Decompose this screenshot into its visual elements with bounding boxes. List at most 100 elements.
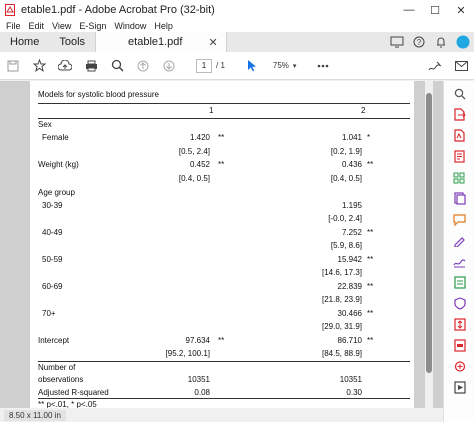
save-icon[interactable] xyxy=(0,53,26,79)
chevron-down-icon: ▾ xyxy=(292,62,297,70)
zoom-dropdown[interactable]: 75% ▾ xyxy=(269,61,297,70)
maximize-button[interactable]: ☐ xyxy=(422,0,448,20)
tab-document[interactable]: etable1.pdf ✕ xyxy=(95,32,227,52)
share-screen-icon[interactable] xyxy=(386,32,408,52)
cell-intercept-m2: 86.710 xyxy=(337,336,362,345)
more-tools-icon[interactable] xyxy=(310,53,336,79)
request-signatures-icon[interactable] xyxy=(444,251,474,272)
vertical-scroll-thumb[interactable] xyxy=(426,93,432,373)
title-bar: etable1.pdf - Adobe Acrobat Pro (32-bit)… xyxy=(0,0,474,20)
sign-pen-icon[interactable] xyxy=(422,53,448,79)
acrobat-window: etable1.pdf - Adobe Acrobat Pro (32-bit)… xyxy=(0,0,474,422)
row-label-number-of: Number of xyxy=(38,363,76,372)
cell-40-49-m2: 7.252 xyxy=(341,228,362,237)
row-label-40-49: 40-49 xyxy=(42,228,63,237)
fill-sign-icon[interactable] xyxy=(444,230,474,251)
table-bottom-rule xyxy=(38,398,410,399)
ci-weight-m1: [0.4, 0.5] xyxy=(178,174,210,183)
zoom-search-icon[interactable] xyxy=(104,53,130,79)
menu-window[interactable]: Window xyxy=(114,21,146,31)
tab-tools[interactable]: Tools xyxy=(49,32,95,52)
print-production-icon[interactable] xyxy=(444,356,474,377)
sig-female-m1: ** xyxy=(218,133,225,142)
protect-icon[interactable] xyxy=(444,293,474,314)
next-page-icon[interactable] xyxy=(156,53,182,79)
page-number-input[interactable]: 1 xyxy=(196,58,212,73)
row-label-60-69: 60-69 xyxy=(42,282,63,291)
close-tab-icon[interactable]: ✕ xyxy=(208,36,217,49)
rich-media-icon[interactable] xyxy=(444,377,474,398)
column-header-1: 1 xyxy=(209,106,214,115)
notifications-icon[interactable] xyxy=(430,32,452,52)
redact-icon[interactable] xyxy=(444,335,474,356)
minimize-button[interactable]: — xyxy=(396,0,422,20)
table-top-rule xyxy=(38,103,410,104)
document-workspace[interactable]: Models for systolic blood pressure 1 2 S… xyxy=(0,81,443,411)
sig-70plus-m2: ** xyxy=(367,309,374,318)
search-icon[interactable] xyxy=(444,83,474,104)
menu-edit[interactable]: Edit xyxy=(29,21,45,31)
toolbar: 1 / 1 75% ▾ xyxy=(0,52,474,80)
row-label-intercept: Intercept xyxy=(38,336,70,345)
ci-female-m2: [0.2, 1.9] xyxy=(330,147,362,156)
print-icon[interactable] xyxy=(78,53,104,79)
menu-bar: File Edit View E-Sign Window Help xyxy=(0,20,474,32)
table-body-rule xyxy=(38,361,410,362)
status-bar: 8.50 x 11.00 in xyxy=(0,408,443,422)
combine-files-icon[interactable] xyxy=(444,188,474,209)
bookmark-star-icon[interactable] xyxy=(26,53,52,79)
vertical-scrollbar[interactable] xyxy=(425,81,433,408)
menu-esign[interactable]: E-Sign xyxy=(79,21,106,31)
table-header-rule xyxy=(38,118,410,119)
sig-40-49-m2: ** xyxy=(367,228,374,237)
column-header-2: 2 xyxy=(361,106,366,115)
sig-weight-m2: ** xyxy=(367,160,374,169)
tab-home[interactable]: Home xyxy=(0,32,49,52)
table-caption: Models for systolic blood pressure xyxy=(38,90,159,99)
cell-nobs-m2: 10351 xyxy=(339,375,362,384)
cell-70plus-m2: 30.466 xyxy=(337,309,362,318)
compress-pdf-icon[interactable] xyxy=(444,314,474,335)
pdf-file-icon xyxy=(5,4,15,16)
ci-intercept-m2: [84.5, 88.9] xyxy=(321,349,362,358)
row-label-sex: Sex xyxy=(38,120,52,129)
menu-file[interactable]: File xyxy=(6,21,21,31)
menu-view[interactable]: View xyxy=(52,21,71,31)
ci-70plus-m2: [29.0, 31.9] xyxy=(321,322,362,331)
upload-cloud-icon[interactable] xyxy=(52,53,78,79)
tab-document-label: etable1.pdf xyxy=(128,36,183,48)
sig-60-69-m2: ** xyxy=(367,282,374,291)
select-cursor-icon[interactable] xyxy=(239,53,265,79)
svg-text:?: ? xyxy=(417,38,422,47)
cell-nobs-m1: 10351 xyxy=(187,375,210,384)
cell-50-59-m2: 15.942 xyxy=(337,255,362,264)
zoom-value: 75% xyxy=(272,61,289,70)
cell-female-m2: 1.041 xyxy=(341,133,362,142)
ci-30-39-m2: [-0.0, 2.4] xyxy=(328,214,362,223)
menu-help[interactable]: Help xyxy=(154,21,173,31)
edit-pdf-icon[interactable] xyxy=(444,146,474,167)
export-pdf-icon[interactable] xyxy=(444,104,474,125)
ci-female-m1: [0.5, 2.4] xyxy=(178,147,210,156)
sig-intercept-m1: ** xyxy=(218,336,225,345)
comment-icon[interactable] xyxy=(444,209,474,230)
scan-ocr-icon[interactable] xyxy=(444,272,474,293)
sig-50-59-m2: ** xyxy=(367,255,374,264)
close-button[interactable]: ✕ xyxy=(448,0,474,20)
tools-sidebar xyxy=(443,81,474,422)
cell-female-m1: 1.420 xyxy=(189,133,210,142)
help-icon[interactable]: ? xyxy=(408,32,430,52)
row-label-adj-r2: Adjusted R-squared xyxy=(38,388,109,397)
ci-50-59-m2: [14.6, 17.3] xyxy=(321,268,362,277)
row-label-50-59: 50-59 xyxy=(42,255,63,264)
organize-pages-icon[interactable] xyxy=(444,167,474,188)
window-title: etable1.pdf - Adobe Acrobat Pro (32-bit) xyxy=(21,4,215,16)
pdf-page[interactable]: Models for systolic blood pressure 1 2 S… xyxy=(30,81,414,411)
create-pdf-icon[interactable] xyxy=(444,125,474,146)
cell-intercept-m1: 97.634 xyxy=(185,336,210,345)
page-dimensions: 8.50 x 11.00 in xyxy=(4,409,66,421)
previous-page-icon[interactable] xyxy=(130,53,156,79)
email-icon[interactable] xyxy=(448,53,474,79)
cell-adjr2-m1: 0.08 xyxy=(194,388,210,397)
account-avatar-icon[interactable] xyxy=(452,32,474,52)
